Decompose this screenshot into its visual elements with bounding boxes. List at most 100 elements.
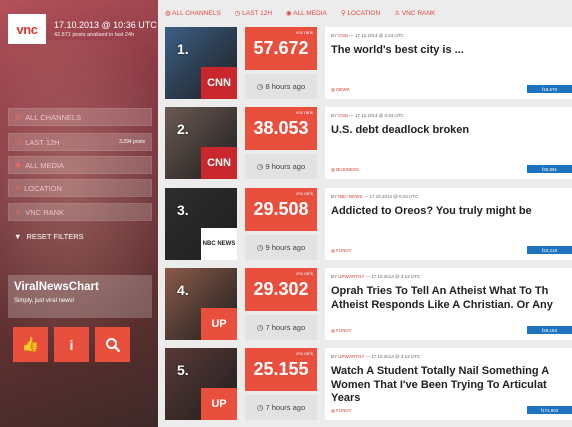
top-filter-location[interactable]: ⚲ LOCATION [341, 9, 380, 17]
news-headline[interactable]: Watch A Student Totally Nail Something A [331, 365, 566, 378]
top-filter-label: LAST 12H [242, 10, 273, 17]
news-row[interactable]: 1. CNN vnc rank 57.672 ◷ 8 hours ago BY … [165, 27, 572, 99]
news-category[interactable]: ◍ FUNNY [331, 248, 352, 254]
news-source[interactable]: NBC NEWS [338, 194, 362, 199]
share-value: 30,861 [543, 166, 558, 172]
top-filter-label: ALL CHANNELS [172, 10, 221, 17]
score-caption: vnc rank [295, 351, 313, 356]
reset-label: RESET FILTERS [26, 232, 84, 241]
score-value: 29.302 [253, 279, 309, 299]
score-value: 25.155 [253, 359, 309, 379]
filter-all-media[interactable]: ◉ ALL MEDIA [8, 156, 152, 174]
news-card[interactable]: BY NBC NEWS — 17.10.2013 @ 0:43 UTC Addi… [325, 188, 572, 260]
share-count[interactable]: f 174,903 [527, 406, 572, 414]
category-label: FUNNY [336, 248, 352, 253]
source-logo: CNN [201, 147, 237, 179]
news-row[interactable]: 3. NBC NEWS vnc rank 29.508 ◷ 9 hours ag… [165, 188, 572, 260]
news-headline[interactable]: Oprah Tries To Tell An Atheist What To T… [331, 285, 566, 298]
score-caption: vnc rank [295, 271, 313, 276]
news-headline[interactable]: Addicted to Oreos? You truly might be [331, 205, 566, 218]
top-filter-all-channels[interactable]: ◍ ALL CHANNELS [165, 9, 221, 17]
news-category[interactable]: ◍ NEWS [331, 87, 350, 93]
filter-all-channels[interactable]: ◍ ALL CHANNELS [8, 108, 152, 126]
news-headline-line3[interactable]: Years [331, 392, 566, 405]
top-filter-all-media[interactable]: ◉ ALL MEDIA [286, 9, 327, 17]
filter-label: ALL CHANNELS [25, 112, 82, 122]
filter-last-12h[interactable]: ◷ LAST 12H 3.294 posts [8, 133, 152, 151]
top-filter-vnc-rank[interactable]: ♙ VNC RANK [394, 9, 435, 17]
news-thumbnail[interactable]: 2. CNN [165, 107, 237, 179]
news-card[interactable]: BY CNN — 17.10.2013 @ 2:23 UTC The world… [325, 27, 572, 99]
top-filter-label: LOCATION [347, 10, 381, 17]
share-count[interactable]: f 23,218 [527, 246, 572, 254]
time-ago: ◷ 8 hours ago [245, 74, 317, 99]
category-label: NEWS [336, 87, 350, 92]
news-thumbnail[interactable]: 4. UP [165, 268, 237, 340]
clock-icon: ◷ [256, 323, 266, 332]
news-date: 17.10.2013 @ 0:43 UTC [369, 194, 419, 199]
news-thumbnail[interactable]: 1. CNN [165, 27, 237, 99]
clock-icon: ◷ [256, 162, 266, 171]
time-ago: ◷ 9 hours ago [245, 235, 317, 260]
top-filter-label: ALL MEDIA [293, 10, 327, 17]
globe-icon: ◍ [15, 114, 22, 121]
news-category[interactable]: ◍ FUNNY [331, 328, 352, 334]
like-button[interactable]: 👍 [13, 327, 48, 362]
news-row[interactable]: 5. UP vnc rank 25.155 ◷ 7 hours ago BY U… [165, 348, 572, 420]
news-source[interactable]: CNN [338, 33, 348, 38]
news-thumbnail[interactable]: 3. NBC NEWS [165, 188, 237, 260]
news-headline-line2[interactable]: Atheist Responds Like A Christian. Or An… [331, 299, 566, 312]
filter-count: 3.294 posts [119, 139, 145, 145]
info-button[interactable]: i [54, 327, 89, 362]
source-logo: UP [201, 308, 237, 340]
pin-icon: ⚲ [15, 185, 21, 192]
search-icon [105, 337, 120, 352]
news-date: 17.10.2013 @ 0:43 UTC [354, 113, 404, 118]
news-headline[interactable]: U.S. debt deadlock broken [331, 124, 566, 137]
news-date: 17.10.2013 @ 3:13 UTC [371, 274, 421, 279]
top-filter-label: VNC RANK [401, 10, 436, 17]
filter-label: ALL MEDIA [25, 160, 65, 170]
news-row[interactable]: 4. UP vnc rank 29.302 ◷ 7 hours ago BY U… [165, 268, 572, 340]
vnc-logo[interactable]: vnc [8, 14, 46, 44]
news-source[interactable]: CNN [338, 113, 348, 118]
header-meta: 17.10.2013 @ 10:36 UTC 42.871 posts anal… [54, 20, 157, 38]
vnc-score: vnc rank 25.155 [245, 348, 317, 391]
news-thumbnail[interactable]: 5. UP [165, 348, 237, 420]
brand-title: ViralNewsChart [14, 281, 99, 293]
filter-vnc-rank[interactable]: ♙ VNC RANK [8, 203, 152, 221]
news-headline[interactable]: The world's best city is ... [331, 44, 566, 57]
filter-location[interactable]: ⚲ LOCATION [8, 179, 152, 197]
score-caption: vnc rank [295, 110, 313, 115]
news-meta: BY UPWORTHY — 17.10.2013 @ 3:13 UTC [331, 274, 421, 279]
vnc-score: vnc rank 29.508 [245, 188, 317, 231]
rank-number: 5. [177, 362, 189, 378]
news-card[interactable]: BY UPWORTHY — 17.10.2013 @ 3:13 UTC Watc… [325, 348, 572, 420]
search-button[interactable] [95, 327, 130, 362]
filter-label: VNC RANK [25, 207, 65, 217]
score-caption: vnc rank [295, 191, 313, 196]
share-count[interactable]: f 16,570 [527, 85, 572, 93]
category-label: BUSINESS [336, 167, 359, 172]
filter-label: LOCATION [24, 183, 62, 193]
share-count[interactable]: f 29,163 [527, 326, 572, 334]
news-row[interactable]: 2. CNN vnc rank 38.053 ◷ 9 hours ago BY … [165, 107, 572, 179]
rank-number: 4. [177, 282, 189, 298]
time-value: 9 hours ago [265, 243, 306, 252]
posts-analysed: 42.871 posts analised in last 24h [54, 32, 135, 38]
current-date: 17.10.2013 @ 10:36 UTC [54, 20, 157, 30]
news-source[interactable]: UPWORTHY [338, 354, 364, 359]
top-filter-last-12h[interactable]: ◷ LAST 12H [235, 9, 272, 17]
vnc-score: vnc rank 38.053 [245, 107, 317, 150]
news-category[interactable]: ◍ FUNNY [331, 408, 352, 414]
news-headline-line2[interactable]: Women That I've Been Trying To Articulat [331, 379, 566, 392]
time-value: 9 hours ago [265, 162, 306, 171]
news-category[interactable]: ◍ BUSINESS [331, 167, 359, 173]
reset-filters-button[interactable]: ▼ RESET FILTERS [14, 232, 84, 241]
news-card[interactable]: BY UPWORTHY — 17.10.2013 @ 3:13 UTC Opra… [325, 268, 572, 340]
news-source[interactable]: UPWORTHY [338, 274, 364, 279]
news-card[interactable]: BY CNN — 17.10.2013 @ 0:43 UTC U.S. debt… [325, 107, 572, 179]
time-ago: ◷ 7 hours ago [245, 315, 317, 340]
share-count[interactable]: f 30,861 [527, 165, 572, 173]
clock-icon: ◷ [256, 403, 266, 412]
